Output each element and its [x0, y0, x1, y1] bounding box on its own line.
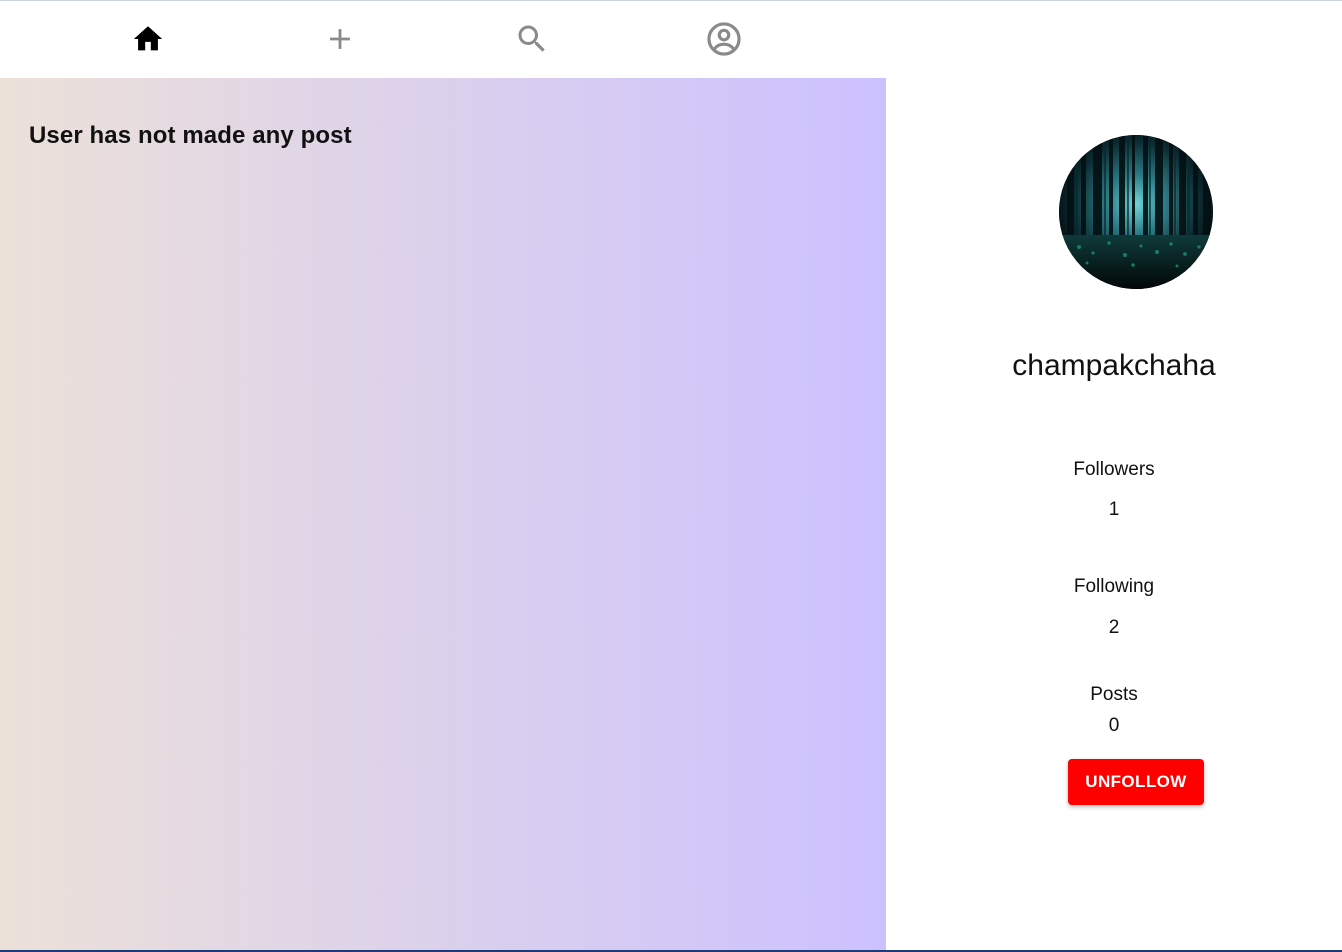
search-icon [518, 25, 545, 52]
profile-username: champakchaha [1012, 349, 1216, 382]
following-label: Following [1073, 576, 1155, 597]
followers-count: 1 [1108, 499, 1120, 520]
following-count: 2 [1108, 617, 1120, 638]
forest-avatar-image [1059, 135, 1213, 289]
nav-account-button[interactable] [704, 19, 744, 59]
followers-label: Followers [1073, 459, 1155, 480]
nav-search-button[interactable] [512, 19, 552, 59]
home-icon [133, 26, 163, 51]
profile-page: User has not made any post champakchaha … [0, 0, 1342, 952]
posts-area: User has not made any post [0, 78, 886, 950]
unfollow-button[interactable]: UNFOLLOW [1068, 759, 1204, 805]
avatar [1059, 135, 1213, 289]
empty-posts-message: User has not made any post [29, 122, 352, 149]
posts-count: 0 [1108, 715, 1120, 736]
account-circle-icon [707, 22, 741, 56]
plus-icon [330, 29, 350, 49]
top-navigation [0, 1, 886, 78]
posts-label: Posts [1090, 684, 1138, 705]
nav-home-button[interactable] [128, 19, 168, 59]
nav-add-button[interactable] [320, 19, 360, 59]
profile-panel: champakchaha Followers 1 Following 2 Pos… [886, 1, 1342, 950]
